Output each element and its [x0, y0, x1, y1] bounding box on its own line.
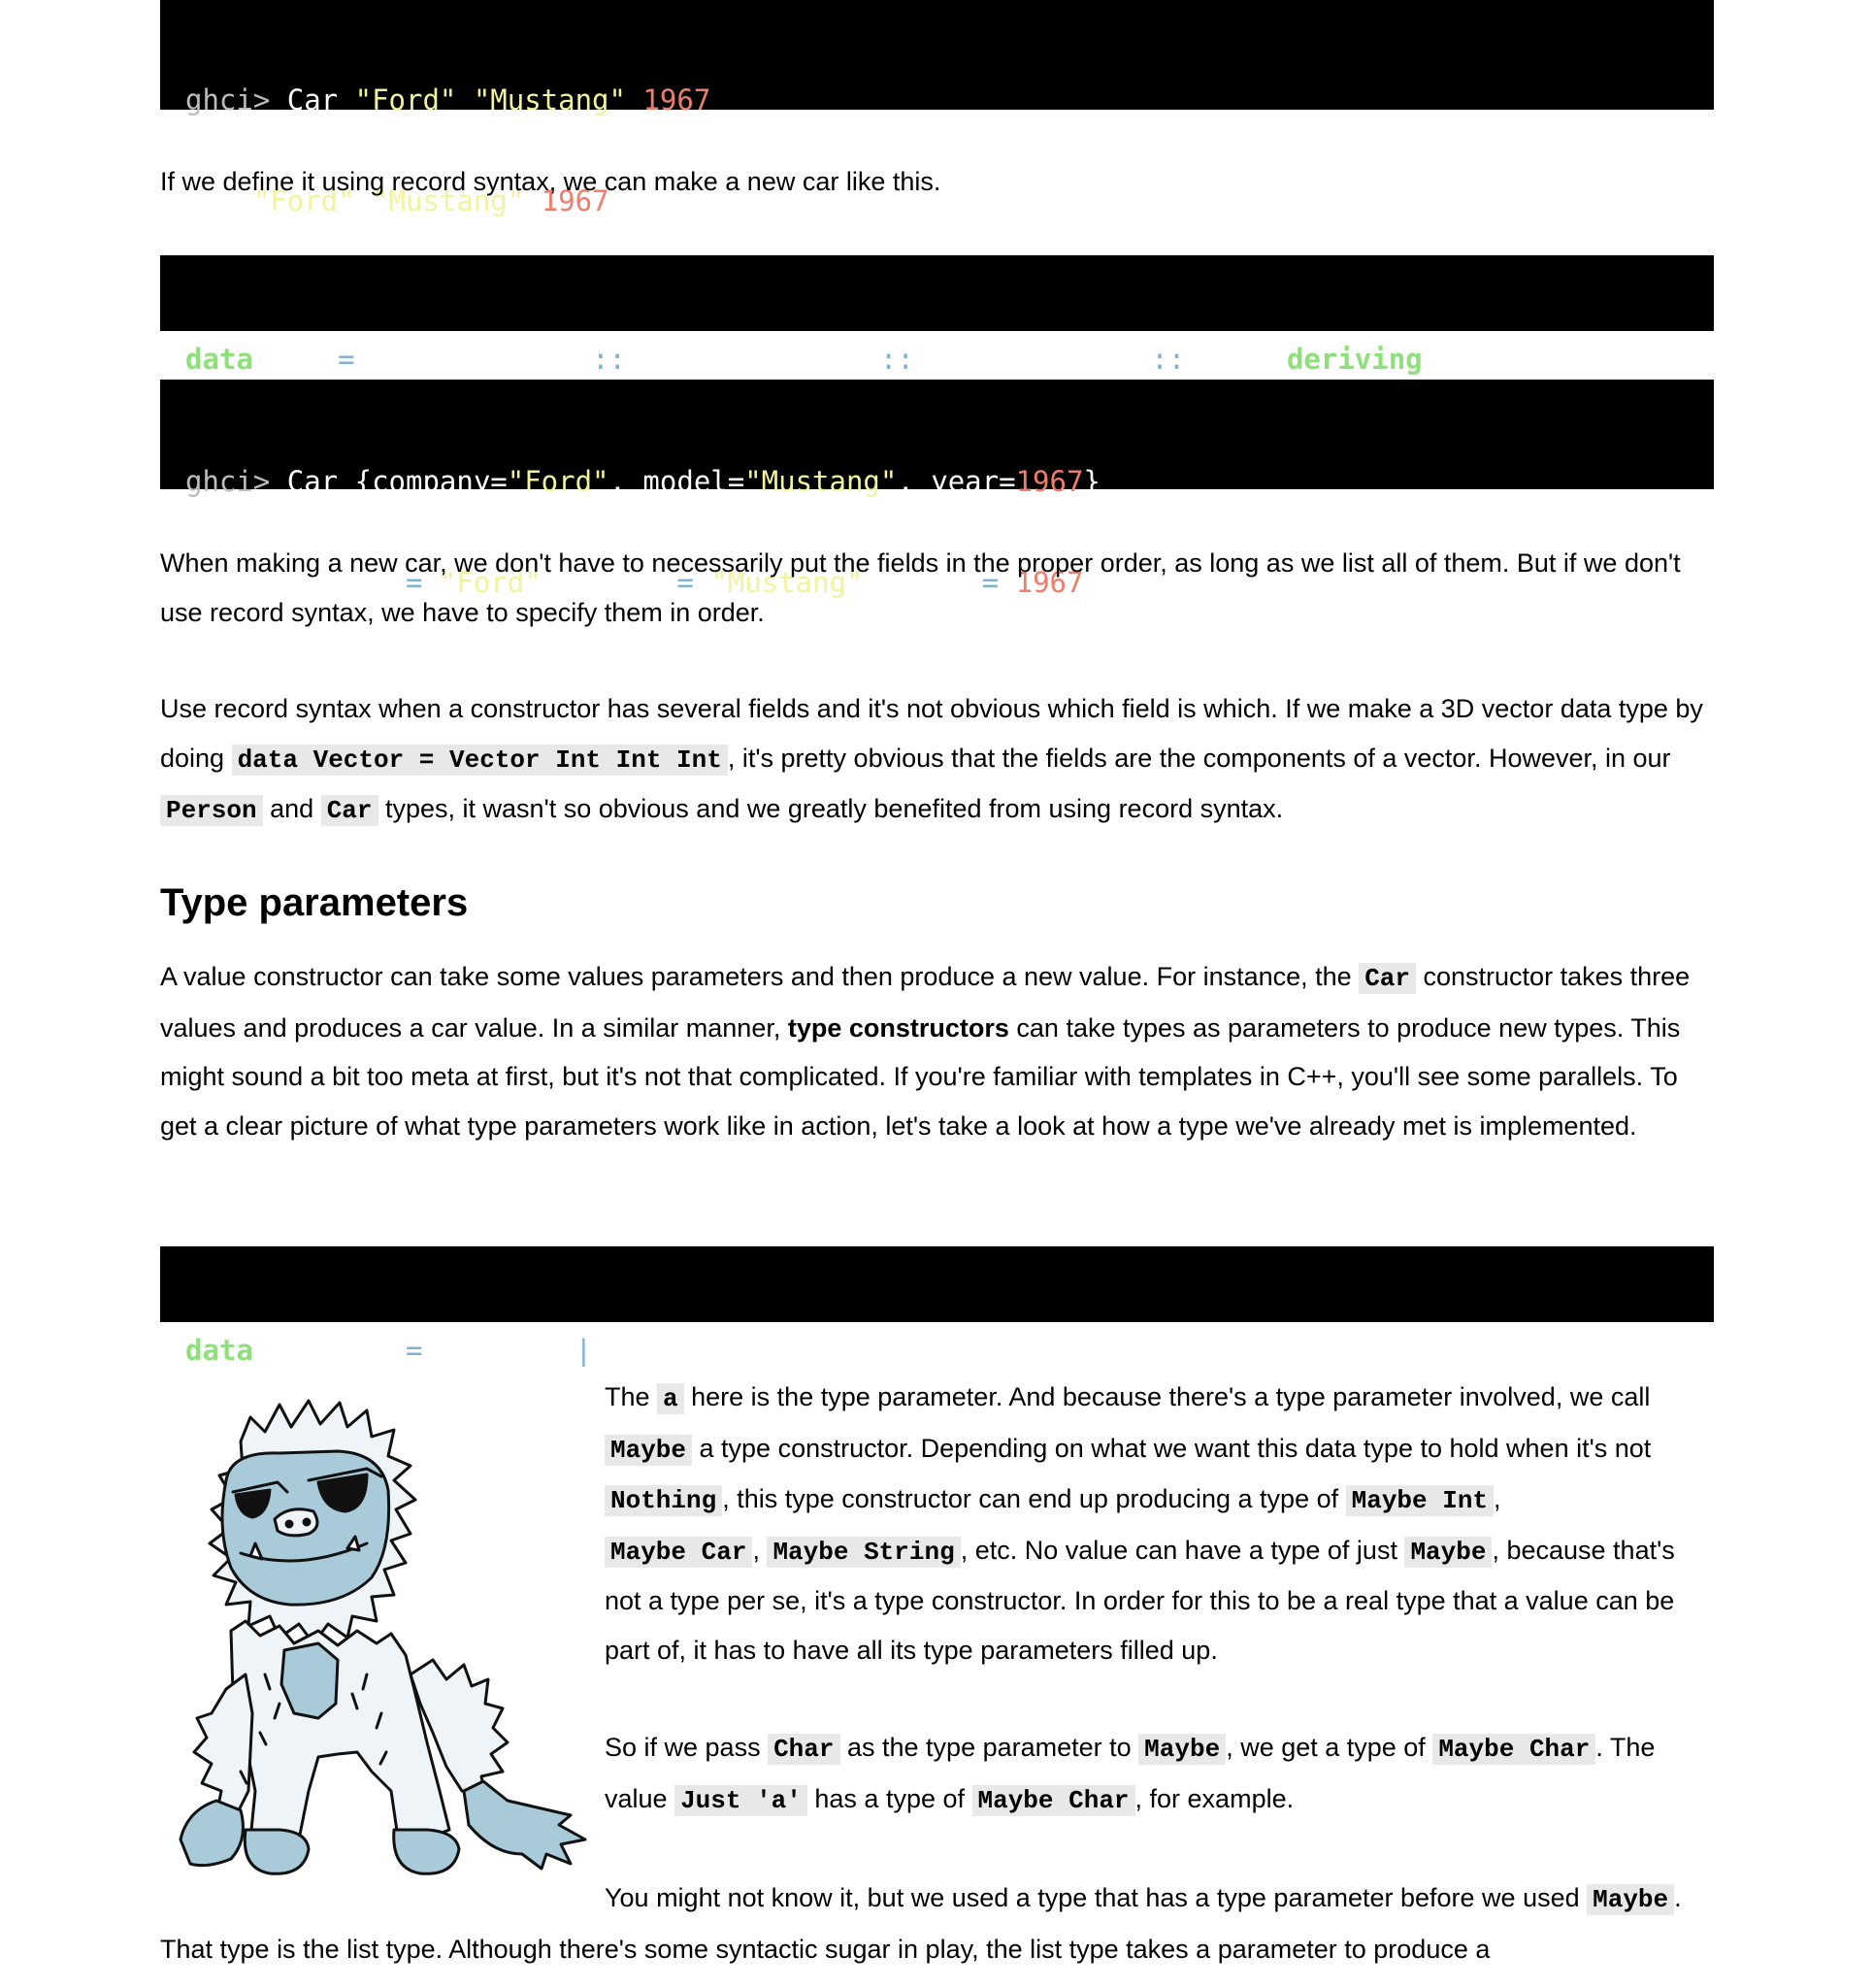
inline-code: Car [1359, 963, 1417, 994]
code-block-maybe-def: data Maybe a = Nothing | Just a [160, 1246, 1714, 1367]
inline-code: Maybe Char [1432, 1734, 1596, 1765]
paragraph-maybe-type-param: The a here is the type parameter. And be… [605, 1382, 1675, 1665]
inline-code: data Vector = Vector Int Int Int [231, 744, 728, 776]
code-line: ghci> Car {company="Ford", model="Mustan… [185, 465, 1101, 498]
paragraph-maybe-char: So if we pass Char as the type parameter… [605, 1733, 1656, 1816]
inline-code: Car [320, 795, 378, 826]
inline-code: Maybe Char [971, 1784, 1135, 1816]
code-line: data Car = Car {company :: String, model… [185, 343, 1541, 376]
inline-code: Maybe [605, 1434, 693, 1466]
paragraph-record-intro: If we define it using record syntax, we … [160, 167, 941, 196]
section-heading: Type parameters [160, 881, 469, 924]
code-block-ghci-record: ghci> Car {company="Ford", model="Mustan… [160, 380, 1714, 599]
code-block-ghci-car: ghci> Car "Ford" "Mustang" 1967 Car "For… [160, 0, 1714, 217]
inline-code: a [657, 1383, 684, 1414]
inline-code: Nothing [605, 1485, 723, 1516]
paragraph-type-constructors: A value constructor can take some values… [160, 962, 1691, 1141]
inline-code: Maybe [1404, 1536, 1493, 1568]
inline-code: Maybe Int [1345, 1485, 1495, 1516]
paragraph-list-type: You might not know it, but we used a typ… [160, 1883, 1682, 1964]
inline-code: Maybe [1587, 1884, 1675, 1915]
inline-code: Char [768, 1734, 840, 1765]
inline-code: Just 'a' [674, 1784, 807, 1816]
bold-term: type constructors [787, 1012, 1009, 1043]
yeti-illustration [179, 1399, 587, 1875]
paragraph-field-order: When making a new car, we don't have to … [160, 548, 1681, 627]
inline-code: Maybe [1138, 1734, 1227, 1765]
inline-code: Maybe Car [605, 1536, 753, 1568]
inline-code: Maybe String [767, 1536, 961, 1568]
code-block-car-record: data Car = Car {company :: String, model… [160, 255, 1714, 376]
code-line: ghci> Car "Ford" "Mustang" 1967 [185, 83, 711, 116]
code-line: data Maybe a = Nothing | Just a [185, 1334, 711, 1367]
paragraph-when-to-use-records: Use record syntax when a constructor has… [160, 694, 1703, 826]
inline-code: Person [160, 795, 263, 826]
